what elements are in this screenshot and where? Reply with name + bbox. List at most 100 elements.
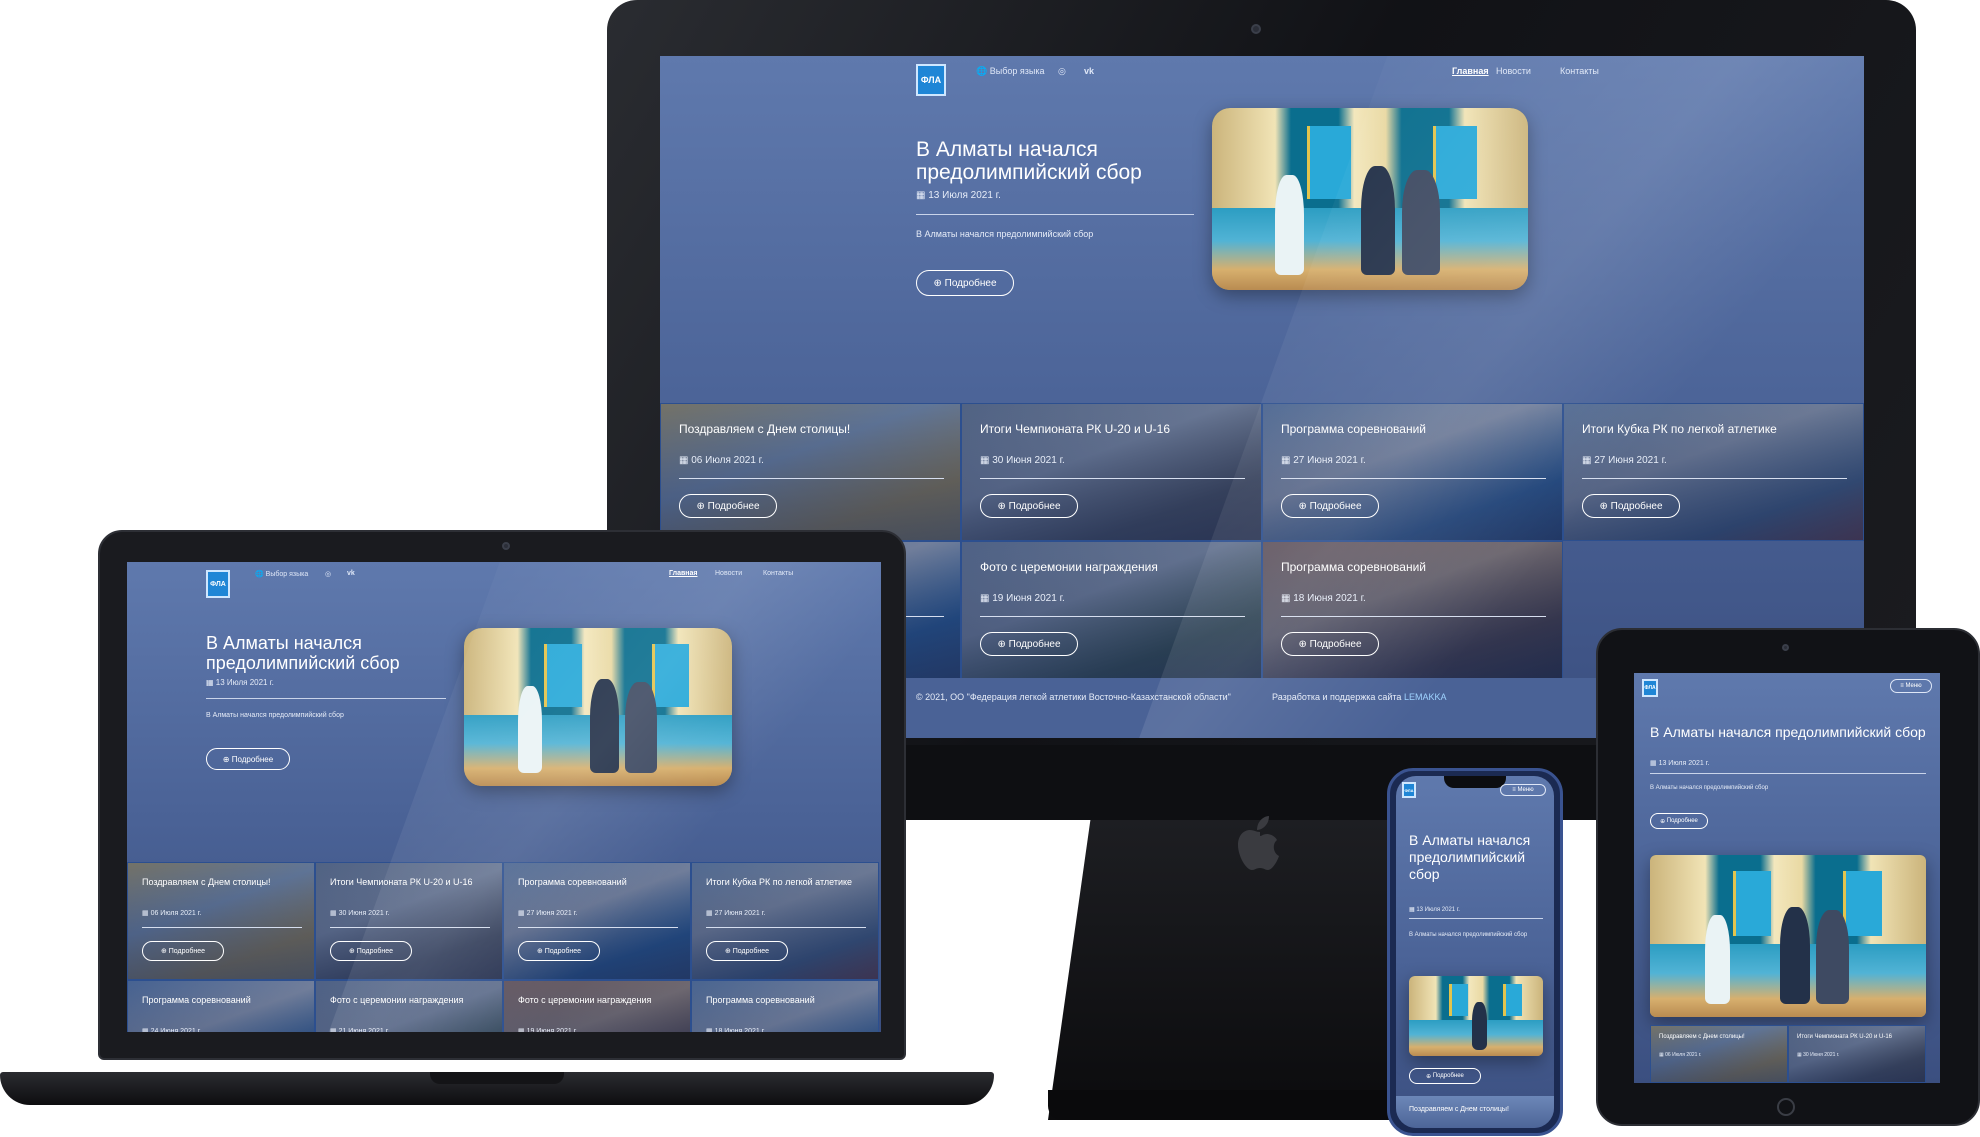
news-card-more-label: Подробнее: [356, 947, 394, 955]
news-card-more-button[interactable]: ⊕ Подробнее: [1281, 632, 1379, 656]
nav-home[interactable]: Главная: [1452, 66, 1489, 76]
nav-home[interactable]: Главная: [669, 570, 697, 577]
language-label: Выбор языка: [989, 66, 1045, 76]
hero-divider: [916, 214, 1194, 215]
news-card-more-button[interactable]: ⊕ Подробнее: [1582, 494, 1680, 518]
news-card[interactable]: Программа соревнований ▦ 24 Июня 2021 г.: [127, 980, 315, 1032]
news-card-more-button[interactable]: ⊕ Подробнее: [706, 941, 788, 961]
instagram-icon[interactable]: ◎: [325, 570, 331, 578]
tablet-home-button[interactable]: [1777, 1098, 1795, 1116]
imac-camera: [1251, 24, 1261, 34]
hero-more-button[interactable]: ⊕ Подробнее: [206, 748, 290, 770]
menu-label: Меню: [1517, 787, 1534, 793]
news-card[interactable]: Поздравляем с Днем столицы! ▦ 06 Июля 20…: [660, 403, 961, 541]
hero-photo[interactable]: [464, 628, 732, 786]
apple-logo-icon: [1238, 816, 1279, 870]
hero-more-button[interactable]: ⊕ Подробнее: [1650, 813, 1708, 829]
news-card[interactable]: Фото с церемонии награждения ▦ 21 Июня 2…: [315, 980, 503, 1032]
news-card-date: ▦ 06 Июля 2021 г.: [1659, 1052, 1702, 1058]
site-logo[interactable]: ФЛА: [1402, 782, 1416, 798]
nav-contacts[interactable]: Контакты: [1560, 66, 1599, 76]
news-card[interactable]: Итоги Кубка РК по легкой атлетике ▦ 27 И…: [691, 862, 879, 980]
news-card[interactable]: Поздравляем с Днем столицы! ▦ 06 Июля 20…: [127, 862, 315, 980]
nav-news[interactable]: Новости: [1496, 66, 1531, 76]
site-logo[interactable]: ФЛА: [206, 570, 230, 598]
news-card-date: ▦ 30 Июня 2021 г.: [330, 910, 390, 917]
news-card-title: Фото с церемонии награждения: [980, 560, 1158, 574]
vk-icon[interactable]: vk: [347, 570, 355, 577]
hero-photo[interactable]: [1409, 976, 1543, 1056]
site-logo[interactable]: ФЛА: [1642, 679, 1658, 697]
news-card-more-button[interactable]: ⊕ Подробнее: [142, 941, 224, 961]
news-card-date: ▦ 27 Июня 2021 г.: [1582, 455, 1667, 466]
news-card-title: Поздравляем с Днем столицы!: [679, 422, 851, 436]
news-card-divider: [980, 616, 1245, 617]
news-card[interactable]: Итоги Чемпионата РК U-20 и U-16 ▦ 30 Июн…: [1788, 1025, 1926, 1083]
nav-contacts[interactable]: Контакты: [763, 570, 793, 577]
news-card-date: ▦ 24 Июня 2021 г.: [142, 1027, 201, 1032]
hero-description: В Алматы начался предолимпийский сбор: [1650, 785, 1769, 791]
news-card-title: Итоги Чемпионата РК U-20 и U-16: [980, 422, 1170, 436]
hero-photo[interactable]: [1650, 855, 1926, 1017]
news-card-title: Итоги Чемпионата РК U-20 и U-16: [1797, 1034, 1892, 1040]
news-card-more-label: Подробнее: [732, 947, 770, 955]
news-card-date: ▦ 06 Июля 2021 г.: [679, 455, 764, 466]
news-card-date: ▦ 30 Июня 2021 г.: [1797, 1052, 1840, 1058]
footer-dev-link[interactable]: LEMAKKA: [1404, 692, 1447, 702]
language-label: Выбор языка: [265, 571, 309, 578]
hero-title: В Алматы начался предолимпийский сбор: [1650, 724, 1926, 740]
news-card-title: Программа соревнований: [518, 877, 627, 887]
news-card[interactable]: Программа соревнований ▦ 27 Июня 2021 г.…: [1262, 403, 1563, 541]
news-card-title: Поздравляем с Днем столицы!: [142, 877, 271, 887]
news-card-more-label: Подробнее: [1309, 500, 1362, 512]
instagram-icon[interactable]: ◎: [1058, 66, 1066, 77]
news-card[interactable]: Программа соревнований ▦ 18 Июня 2021 г.: [691, 980, 879, 1032]
hero-divider: [206, 698, 446, 699]
news-card-more-label: Подробнее: [1008, 638, 1061, 650]
menu-button[interactable]: ≡ Меню: [1500, 784, 1546, 796]
news-card-date-text: 30 Июня 2021 г.: [338, 910, 390, 917]
news-card-title: Программа соревнований: [1281, 560, 1426, 574]
news-card-more-button[interactable]: ⊕ Подробнее: [330, 941, 412, 961]
site-logo[interactable]: ФЛА: [916, 64, 946, 96]
news-card-more-button[interactable]: ⊕ Подробнее: [980, 632, 1078, 656]
hero-photo[interactable]: [1212, 108, 1528, 290]
hero-date: ▦ 13 Июля 2021 г.: [1650, 760, 1710, 767]
language-selector[interactable]: 🌐 Выбор языка: [255, 570, 308, 578]
news-card[interactable]: Итоги Кубка РК по легкой атлетике ▦ 27 И…: [1563, 403, 1864, 541]
hero-more-button[interactable]: ⊕ Подробнее: [1409, 1068, 1481, 1084]
menu-button[interactable]: ≡ Меню: [1890, 679, 1932, 693]
news-card-title: Итоги Кубка РК по легкой атлетике: [706, 877, 853, 887]
news-card-date-text: 06 Июля 2021 г.: [691, 455, 764, 466]
news-card[interactable]: Фото с церемонии награждения ▦ 19 Июня 2…: [503, 980, 691, 1032]
hero-divider: [1650, 773, 1926, 774]
phone-screen: ФЛА ≡ Меню В Алматы начался предолимпийс…: [1396, 776, 1554, 1128]
news-card-divider: [1281, 478, 1546, 479]
news-card-date-text: 19 Июня 2021 г.: [992, 593, 1065, 604]
news-card[interactable]: Программа соревнований ▦ 27 Июня 2021 г.…: [503, 862, 691, 980]
news-card[interactable]: Программа соревнований ▦ 18 Июня 2021 г.…: [1262, 541, 1563, 679]
laptop-notch: [430, 1072, 564, 1084]
hero-more-button[interactable]: ⊕ Подробнее: [916, 270, 1014, 296]
hero-description: В Алматы начался предолимпийский сбор: [206, 712, 344, 719]
language-selector[interactable]: 🌐 Выбор языка: [976, 66, 1044, 77]
news-card-more-button[interactable]: ⊕ Подробнее: [679, 494, 777, 518]
phone-news-tile[interactable]: Поздравляем с Днем столицы!: [1396, 1096, 1554, 1128]
vk-icon[interactable]: vk: [1084, 66, 1094, 76]
news-card-title: Программа соревнований: [142, 995, 251, 1005]
laptop-camera: [502, 542, 510, 550]
nav-news[interactable]: Новости: [715, 570, 742, 577]
news-card[interactable]: Итоги Чемпионата РК U-20 и U-16 ▦ 30 Июн…: [961, 403, 1262, 541]
news-card[interactable]: Итоги Чемпионата РК U-20 и U-16 ▦ 30 Июн…: [315, 862, 503, 980]
news-card-more-button[interactable]: ⊕ Подробнее: [980, 494, 1078, 518]
news-card[interactable]: Поздравляем с Днем столицы! ▦ 06 Июля 20…: [1650, 1025, 1788, 1083]
news-card-more-button[interactable]: ⊕ Подробнее: [518, 941, 600, 961]
news-card[interactable]: Фото с церемонии награждения ▦ 19 Июня 2…: [961, 541, 1262, 679]
phone-news-title: Поздравляем с Днем столицы!: [1409, 1106, 1509, 1113]
news-card-date-text: 27 Июня 2021 г.: [1293, 455, 1366, 466]
tablet-screen: ФЛА ≡ Меню В Алматы начался предолимпийс…: [1634, 673, 1940, 1083]
news-card-divider: [518, 927, 678, 928]
news-card-date-text: 27 Июня 2021 г.: [526, 910, 578, 917]
news-card-more-button[interactable]: ⊕ Подробнее: [1281, 494, 1379, 518]
news-card-title: Итоги Чемпионата РК U-20 и U-16: [330, 877, 473, 887]
